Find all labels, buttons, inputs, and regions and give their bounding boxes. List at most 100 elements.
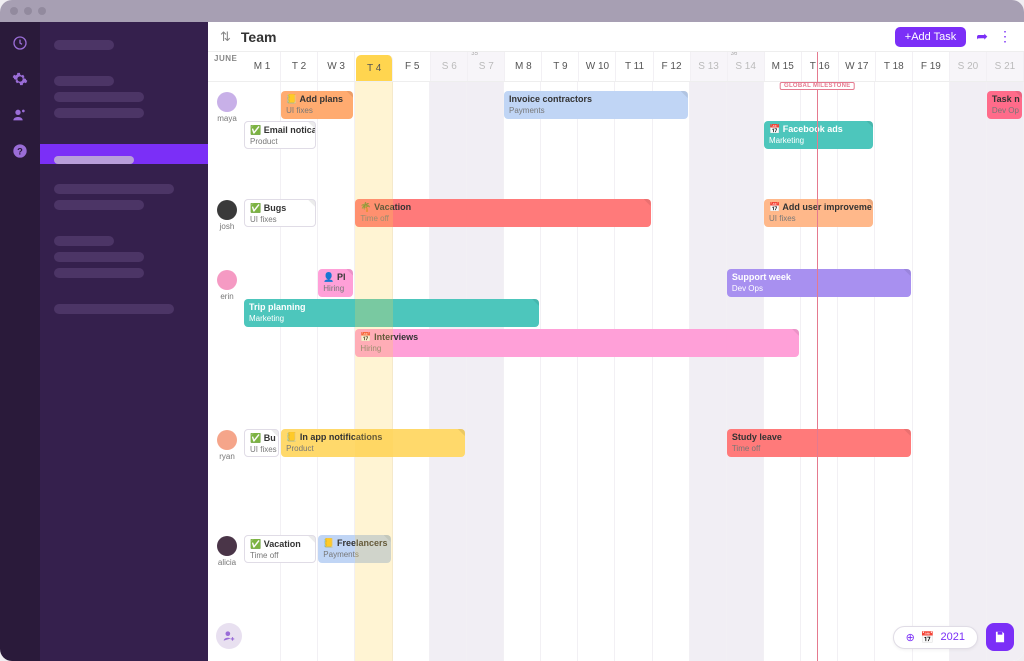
task-tag: Payments (509, 105, 683, 116)
day-header[interactable]: M 8 (505, 52, 542, 81)
add-task-button[interactable]: +Add Task (895, 27, 966, 47)
task-title: Task n (992, 93, 1017, 105)
day-header[interactable]: M 15 (765, 52, 802, 81)
share-icon[interactable]: ➦ (976, 28, 988, 45)
avatar[interactable] (217, 536, 237, 556)
task-tag: Marketing (769, 135, 868, 146)
day-header[interactable]: T 16 (802, 52, 839, 81)
header: ⇅ Team +Add Task ➦ ⋮ (208, 22, 1024, 52)
day-header[interactable]: S 6 (431, 52, 468, 81)
day-header[interactable]: S 735 (468, 52, 505, 81)
day-header[interactable]: S 20 (950, 52, 987, 81)
task-tag: UI fixes (286, 105, 348, 116)
task-tag: Hiring (360, 343, 794, 354)
task-tag: UI fixes (250, 444, 273, 455)
person-name: alicia (212, 558, 242, 567)
day-header[interactable]: W 17 (839, 52, 876, 81)
day-header[interactable]: W 3 (318, 52, 355, 81)
task-card[interactable]: Support weekDev Ops (727, 269, 911, 297)
nav-item[interactable] (54, 184, 174, 194)
save-button[interactable] (986, 623, 1014, 651)
day-header[interactable]: T 4 (356, 55, 393, 81)
person-name: maya (212, 114, 242, 123)
task-card[interactable]: Study leaveTime off (727, 429, 911, 457)
day-header[interactable]: F 12 (654, 52, 691, 81)
task-title: ✅ Bugs (250, 202, 310, 214)
nav-item[interactable] (54, 304, 174, 314)
sidebar-rail: ? (0, 22, 40, 661)
task-title: 📅 Interviews (360, 331, 794, 343)
task-title: 📅 Facebook ads (769, 123, 868, 135)
year-label: 2021 (941, 631, 965, 643)
person-name: ryan (212, 452, 242, 461)
avatar[interactable] (217, 200, 237, 220)
window-close-icon[interactable] (10, 7, 18, 15)
task-title: Invoice contractors (509, 93, 683, 105)
task-card[interactable]: 📅 Facebook adsMarketing (764, 121, 873, 149)
task-card[interactable]: ✅ BugsUI fixes (244, 199, 316, 227)
task-card[interactable]: Task nDev Op (987, 91, 1022, 119)
logo-icon[interactable] (11, 34, 29, 52)
day-header[interactable]: F 5 (394, 52, 431, 81)
day-header[interactable]: T 11 (616, 52, 653, 81)
calendar-icon: 📅 (921, 631, 935, 644)
task-title: ✅ Vacation (250, 538, 310, 550)
milestone-label: GLOBAL MILESTONE (780, 82, 855, 90)
day-header[interactable]: S 21 (987, 52, 1024, 81)
avatar[interactable] (217, 270, 237, 290)
task-card[interactable]: 👤 PlHiring (318, 269, 353, 297)
day-header[interactable]: W 10 (579, 52, 616, 81)
task-title: Study leave (732, 431, 906, 443)
task-tag: Product (250, 136, 310, 147)
task-tag: Time off (360, 213, 645, 224)
task-card[interactable]: ✅ VacationTime off (244, 535, 316, 563)
settings-icon[interactable] (11, 70, 29, 88)
nav-panel (40, 22, 208, 661)
task-card[interactable]: Invoice contractorsPayments (504, 91, 688, 119)
nav-item[interactable] (54, 92, 144, 102)
nav-item[interactable] (54, 76, 114, 86)
task-title: ✅ Bu (250, 432, 273, 444)
task-card[interactable]: 📒 Add plansUI fixes (281, 91, 353, 119)
task-title: Support week (732, 271, 906, 283)
nav-item[interactable] (54, 268, 144, 278)
more-icon[interactable]: ⋮ (998, 28, 1012, 45)
day-header[interactable]: S 1436 (728, 52, 765, 81)
task-tag: Time off (732, 443, 906, 454)
day-header[interactable]: T 18 (876, 52, 913, 81)
nav-item[interactable] (54, 200, 144, 210)
task-title: ✅ Email notica (250, 124, 310, 136)
day-header[interactable]: S 13 (691, 52, 728, 81)
day-header[interactable]: T 9 (542, 52, 579, 81)
task-tag: UI fixes (250, 214, 310, 225)
window-min-icon[interactable] (24, 7, 32, 15)
day-header[interactable]: F 19 (913, 52, 950, 81)
add-person-button[interactable] (216, 623, 242, 649)
task-title: 👤 Pl (323, 271, 348, 283)
window-titlebar (0, 0, 1024, 22)
page-title: Team (241, 29, 277, 45)
day-header[interactable]: T 2 (281, 52, 318, 81)
task-title: 🌴 Vacation (360, 201, 645, 213)
nav-item[interactable] (54, 40, 114, 50)
nav-item[interactable] (54, 236, 114, 246)
people-icon[interactable] (11, 106, 29, 124)
nav-item[interactable] (54, 252, 144, 262)
task-card[interactable]: 📅 Add user improvemeUI fixes (764, 199, 873, 227)
help-icon[interactable]: ? (11, 142, 29, 160)
task-tag: UI fixes (769, 213, 868, 224)
year-selector[interactable]: ⊕ 📅 2021 (893, 626, 978, 649)
window-max-icon[interactable] (38, 7, 46, 15)
task-card[interactable]: 🌴 VacationTime off (355, 199, 650, 227)
task-title: 📒 Add plans (286, 93, 348, 105)
filter-icon[interactable]: ⇅ (220, 29, 231, 45)
avatar[interactable] (217, 92, 237, 112)
avatar[interactable] (217, 430, 237, 450)
nav-item[interactable] (54, 108, 144, 118)
task-card[interactable]: ✅ Email noticaProduct (244, 121, 316, 149)
day-header[interactable]: M 1 (244, 52, 281, 81)
day-header-row: M 1T 2W 3T 4F 5S 6S 735M 8T 9W 10T 11F 1… (208, 52, 1024, 82)
task-card[interactable]: 📅 InterviewsHiring (355, 329, 799, 357)
task-card[interactable]: ✅ BuUI fixes (244, 429, 279, 457)
task-tag: Dev Ops (732, 283, 906, 294)
